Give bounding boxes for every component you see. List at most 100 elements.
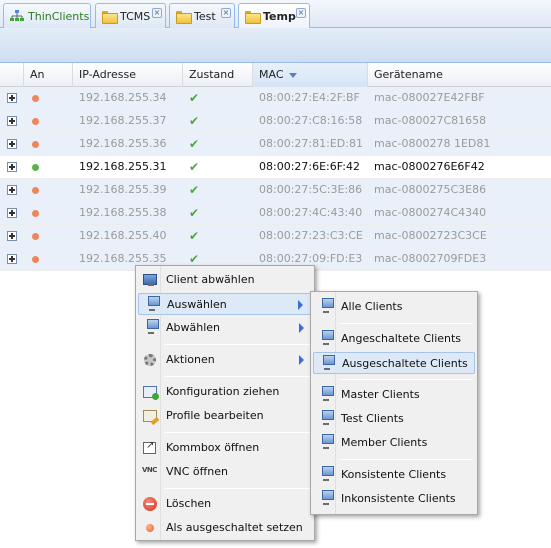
tab-tcms[interactable]: TCMS × (95, 3, 166, 28)
submenu-item-master-clients[interactable]: Master Clients (313, 384, 475, 406)
device-name-cell: mac-0800276E6F42 (374, 160, 485, 173)
submenu-item-member-clients[interactable]: Member Clients (313, 432, 475, 454)
submenu-item-konsistente-clients[interactable]: Konsistente Clients (313, 464, 475, 486)
expand-row-icon[interactable] (7, 116, 17, 126)
menu-separator (164, 488, 310, 489)
expand-row-icon[interactable] (7, 254, 17, 264)
mac-cell: 08:00:27:C8:16:58 (259, 114, 363, 127)
menu-item-label: Als ausgeschaltet setzen (166, 521, 303, 534)
tab-label: Temp (263, 10, 296, 23)
expand-row-icon[interactable] (7, 139, 17, 149)
menu-item-label: Member Clients (341, 436, 428, 449)
column-header-label: MAC (259, 68, 284, 81)
menu-item-label: Test Clients (341, 412, 404, 425)
ip-cell: 192.168.255.31 (79, 160, 167, 173)
menu-item-abwaehlen[interactable]: Abwählen (138, 317, 312, 339)
menu-item-label: Ausgeschaltete Clients (342, 357, 468, 370)
monitors-icon (317, 410, 334, 427)
menu-item-vnc-oeffnen[interactable]: VNC VNC öffnen (138, 461, 312, 483)
vnc-icon: VNC (142, 466, 157, 474)
submenu-item-alle-clients[interactable]: Alle Clients (313, 296, 475, 318)
submenu-item-ausgeschaltete-clients[interactable]: Ausgeschaltete Clients (313, 352, 475, 374)
table-row[interactable]: 192.168.255.31 08:00:27:6E:6F:42 mac-08002… (0, 156, 551, 179)
menu-separator (164, 344, 310, 345)
check-icon: ✔ (189, 252, 200, 266)
expand-row-icon[interactable] (7, 231, 17, 241)
folder-icon (245, 11, 261, 24)
menu-item-kommbox-oeffnen[interactable]: Kommbox öffnen (138, 437, 312, 459)
table-row[interactable]: 192.168.255.40 08:00:27:23:C3:CE mac-08002… (0, 225, 551, 248)
table-row[interactable]: 192.168.255.37 08:00:27:C8:16:58 mac-08002… (0, 110, 551, 133)
close-icon[interactable]: × (152, 8, 162, 18)
menu-item-label: Aktionen (166, 353, 215, 366)
device-name-cell: mac-0800274C4340 (374, 206, 487, 219)
offline-status-icon (32, 95, 39, 102)
table-row[interactable]: 192.168.255.39 08:00:27:5C:3E:86 mac-08002… (0, 179, 551, 202)
ip-cell: 192.168.255.34 (79, 91, 167, 104)
expand-row-icon[interactable] (7, 208, 17, 218)
menu-item-label: Löschen (166, 497, 212, 510)
close-icon[interactable]: × (221, 8, 231, 18)
menu-item-client-abwaehlen[interactable]: Client abwählen (138, 269, 312, 291)
tab-thinclients[interactable]: ThinClients (3, 3, 91, 28)
submenu-arrow-icon (298, 300, 303, 310)
menu-separator (164, 432, 310, 433)
check-icon: ✔ (189, 114, 200, 128)
mac-cell: 08:00:27:E4:2F:BF (259, 91, 360, 104)
monitors-icon (317, 330, 334, 347)
profile-edit-icon (142, 408, 158, 424)
close-icon[interactable]: × (296, 8, 306, 18)
mac-cell: 08:00:27:23:C3:CE (259, 229, 363, 242)
column-header-mac[interactable]: MAC (252, 63, 367, 87)
menu-item-profile-bearbeiten[interactable]: Profile bearbeiten (138, 405, 312, 427)
mac-cell: 08:00:27:6E:6F:42 (259, 160, 360, 173)
menu-item-label: Client abwählen (166, 273, 255, 286)
mac-cell: 08:00:27:4C:43:40 (259, 206, 363, 219)
device-name-cell: mac-080027E42FBF (374, 91, 485, 104)
menu-separator (339, 323, 473, 324)
auswaehlen-submenu: Alle Clients Angeschaltete Clients Ausge… (310, 291, 478, 515)
offline-dot-icon (142, 520, 158, 536)
monitors-icon (143, 296, 160, 313)
check-icon: ✔ (189, 91, 200, 105)
external-window-icon (142, 440, 158, 456)
column-header-zustand[interactable]: Zustand (182, 63, 252, 87)
device-name-cell: mac-08002723C3CE (374, 229, 487, 242)
submenu-item-angeschaltete-clients[interactable]: Angeschaltete Clients (313, 328, 475, 350)
check-icon: ✔ (189, 206, 200, 220)
table-row[interactable]: 192.168.255.36 08:00:27:81:ED:81 mac-08002… (0, 133, 551, 156)
submenu-item-test-clients[interactable]: Test Clients (313, 408, 475, 430)
menu-item-label: Master Clients (341, 388, 420, 401)
submenu-item-inkonsistente-clients[interactable]: Inkonsistente Clients (313, 488, 475, 510)
tab-label: TCMS (120, 9, 151, 23)
column-header-ip[interactable]: IP-Adresse (72, 63, 182, 87)
column-header-geraetename[interactable]: Gerätename (367, 63, 551, 87)
expand-row-icon[interactable] (7, 93, 17, 103)
tab-test[interactable]: Test × (169, 3, 235, 28)
context-menu: Client abwählen Auswählen Abwählen Aktio… (135, 265, 315, 541)
submenu-arrow-icon (299, 323, 304, 333)
expand-row-icon[interactable] (7, 162, 17, 172)
menu-item-aktionen[interactable]: Aktionen (138, 349, 312, 371)
config-pull-icon (142, 384, 159, 400)
gear-icon (142, 352, 158, 368)
mac-cell: 08:00:27:5C:3E:86 (259, 183, 363, 196)
menu-separator (339, 459, 473, 460)
menu-item-loeschen[interactable]: Löschen (138, 493, 312, 515)
sort-descending-icon (288, 72, 297, 78)
grid-header: An IP-Adresse Zustand MAC Gerätename (0, 63, 551, 87)
expand-row-icon[interactable] (7, 185, 17, 195)
ip-cell: 192.168.255.36 (79, 137, 167, 150)
tab-temp[interactable]: Temp × (238, 3, 310, 29)
monitors-icon (318, 355, 335, 372)
menu-item-konfiguration-ziehen[interactable]: Konfiguration ziehen (138, 381, 312, 403)
table-row[interactable]: 192.168.255.38 08:00:27:4C:43:40 mac-08002… (0, 202, 551, 225)
device-name-cell: mac-08002709FDE3 (374, 252, 487, 265)
ip-cell: 192.168.255.37 (79, 114, 167, 127)
menu-separator (339, 379, 473, 380)
column-header-an[interactable]: An (23, 63, 72, 87)
table-row[interactable]: 192.168.255.34 08:00:27:E4:2F:BF mac-08002… (0, 87, 551, 110)
menu-item-als-ausgeschaltet-setzen[interactable]: Als ausgeschaltet setzen (138, 517, 312, 539)
menu-item-auswaehlen[interactable]: Auswählen (138, 293, 312, 315)
monitors-icon (317, 434, 334, 451)
